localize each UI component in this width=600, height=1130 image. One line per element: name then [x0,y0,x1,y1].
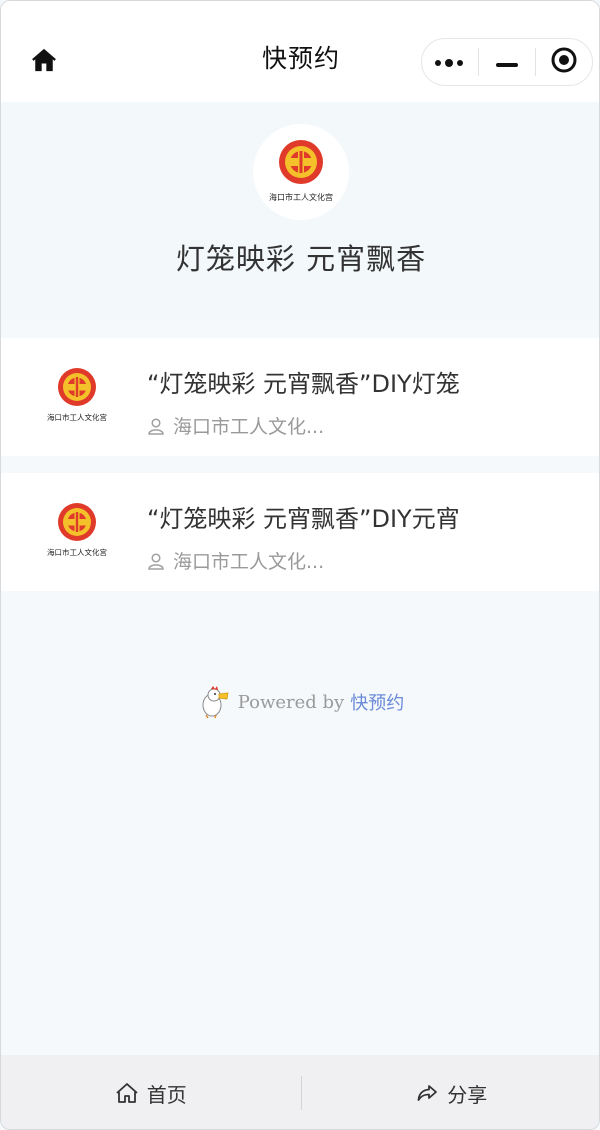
org-logo: 海口市工人文化宫 [253,124,349,220]
bottom-tabbar: 首页 分享 [1,1055,600,1129]
tab-share-label: 分享 [447,1082,488,1107]
home-outline-icon [115,1081,139,1105]
top-navbar: 快预约 [1,1,599,102]
tab-share[interactable]: 分享 [302,1055,600,1129]
mascot-icon [198,685,230,719]
more-button[interactable] [422,39,478,85]
svg-text:海口市工人文化宫: 海口市工人文化宫 [47,547,107,557]
more-dots-icon [434,53,466,72]
minimize-icon [496,53,518,72]
activity-organizer: 海口市工人文化... [147,412,324,439]
activity-title: “灯笼映彩 元宵飘香”DIY元宵 [147,505,460,533]
union-emblem-icon: 海口市工人文化宫 [269,140,333,202]
svg-text:海口市工人文化宫: 海口市工人文化宫 [269,192,333,202]
activity-organizer-name: 海口市工人文化... [173,416,325,438]
share-icon [415,1081,439,1105]
tab-home[interactable]: 首页 [1,1055,301,1129]
person-icon [147,552,165,570]
org-header: 海口市工人文化宫 灯笼映彩 元宵飘香 [1,102,599,320]
activity-organizer: 海口市工人文化... [147,547,324,574]
svg-text:海口市工人文化宫: 海口市工人文化宫 [47,412,107,422]
activity-title: “灯笼映彩 元宵飘香”DIY灯笼 [147,370,460,398]
powered-by: Powered by 快预约 [1,685,599,719]
activity-organizer-name: 海口市工人文化... [173,551,325,573]
union-emblem-icon: 海口市工人文化宫 [47,503,107,557]
activity-thumbnail: 海口市工人文化宫 [31,352,123,442]
brand-link[interactable]: 快预约 [350,689,404,715]
org-name: 灯笼映彩 元宵飘香 [175,242,427,276]
activity-card[interactable]: 海口市工人文化宫 “灯笼映彩 元宵飘香”DIY元宵 海口市工人文化... [1,473,599,591]
close-miniprogram-button[interactable] [536,39,592,85]
target-close-icon [550,46,578,78]
app-frame: 快预约 海口市工人文化宫 灯笼映彩 元宵飘香 海口市工人文化宫 “灯笼映彩 元宵… [0,0,600,1130]
powered-by-text: Powered by [237,691,345,713]
activity-card[interactable]: 海口市工人文化宫 “灯笼映彩 元宵飘香”DIY灯笼 海口市工人文化... [1,338,599,456]
person-icon [147,417,165,435]
minimize-button[interactable] [479,39,535,85]
union-emblem-icon: 海口市工人文化宫 [47,368,107,422]
tab-home-label: 首页 [146,1082,187,1107]
capsule-menu [421,38,593,86]
activity-thumbnail: 海口市工人文化宫 [31,487,123,577]
